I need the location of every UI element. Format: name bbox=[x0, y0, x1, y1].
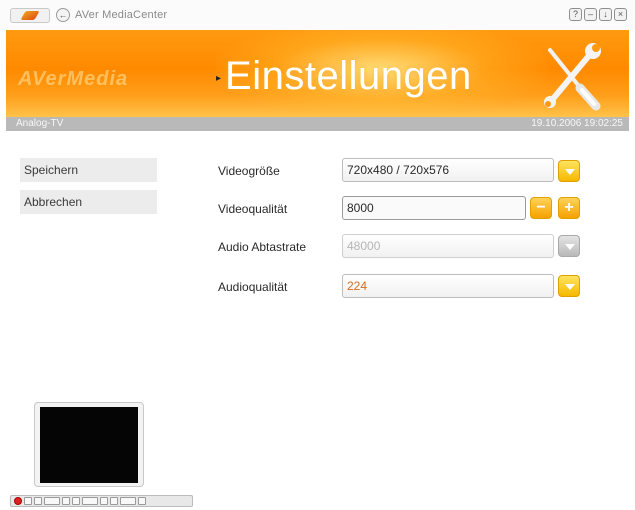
volume-down-icon[interactable] bbox=[100, 497, 108, 505]
help-button[interactable]: ? bbox=[569, 8, 582, 21]
cancel-button[interactable]: Abbrechen bbox=[20, 190, 157, 214]
increase-button[interactable]: + bbox=[558, 197, 580, 219]
mute-icon[interactable] bbox=[138, 497, 146, 505]
video-size-label: Videogröße bbox=[218, 164, 280, 178]
video-preview[interactable] bbox=[34, 402, 144, 487]
save-button[interactable]: Speichern bbox=[20, 158, 157, 182]
audio-rate-select[interactable]: 48000 bbox=[342, 234, 554, 258]
pause-icon[interactable] bbox=[34, 497, 42, 505]
source-label: Analog-TV bbox=[16, 118, 64, 129]
back-button[interactable]: ← bbox=[56, 8, 70, 22]
app-logo-icon[interactable] bbox=[10, 8, 50, 23]
audio-rate-dropdown-icon[interactable] bbox=[558, 235, 580, 257]
decrease-button[interactable]: − bbox=[530, 197, 552, 219]
channel-icon[interactable] bbox=[82, 497, 98, 505]
video-quality-label: Videoqualität bbox=[218, 202, 288, 216]
transport-bar bbox=[10, 495, 193, 507]
forward-icon[interactable] bbox=[72, 497, 80, 505]
datetime-label: 19.10.2006 19:02:25 bbox=[531, 118, 623, 129]
stop-icon[interactable] bbox=[24, 497, 32, 505]
page-title: Einstellungen bbox=[225, 54, 472, 98]
record-icon[interactable] bbox=[14, 497, 22, 505]
header-banner: AVerMedia ▸ Einstellungen bbox=[6, 30, 629, 117]
status-strip: Analog-TV 19.10.2006 19:02:25 bbox=[6, 117, 629, 131]
volume-up-icon[interactable] bbox=[110, 497, 118, 505]
volume-slider[interactable] bbox=[120, 497, 136, 505]
preview-screen bbox=[40, 407, 138, 483]
minimize-button[interactable]: – bbox=[584, 8, 597, 21]
title-bar: ← AVer MediaCenter ? – ↓ × bbox=[0, 0, 635, 30]
audio-quality-dropdown-icon[interactable] bbox=[558, 275, 580, 297]
audio-quality-select[interactable]: 224 bbox=[342, 274, 554, 298]
audio-quality-label: Audioqualität bbox=[218, 280, 288, 294]
play-icon[interactable] bbox=[44, 497, 60, 505]
restore-button[interactable]: ↓ bbox=[599, 8, 612, 21]
plus-icon: + bbox=[564, 199, 574, 216]
window-controls: ? – ↓ × bbox=[569, 8, 627, 21]
minus-icon: − bbox=[536, 199, 546, 216]
rewind-icon[interactable] bbox=[62, 497, 70, 505]
audio-rate-label: Audio Abtastrate bbox=[218, 240, 307, 254]
close-button[interactable]: × bbox=[614, 8, 627, 21]
tools-icon bbox=[544, 43, 601, 111]
video-size-select[interactable]: 720x480 / 720x576 bbox=[342, 158, 554, 182]
video-quality-input[interactable]: 8000 bbox=[342, 196, 526, 220]
brand-logo: AVerMedia bbox=[18, 68, 129, 90]
video-size-dropdown-icon[interactable] bbox=[558, 160, 580, 182]
app-title: AVer MediaCenter bbox=[75, 9, 168, 21]
title-arrow-icon: ▸ bbox=[216, 73, 222, 84]
